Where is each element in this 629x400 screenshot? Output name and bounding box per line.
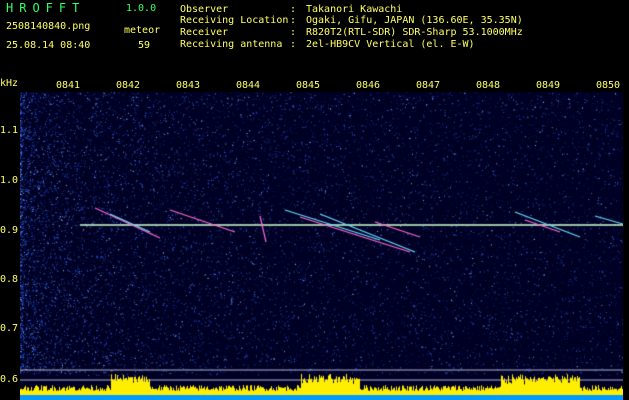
timestamp: 25.08.14 08:40: [6, 40, 91, 51]
detection-label: meteor: [124, 25, 161, 36]
antenna-value: 2el-HB9CV Vertical (el. E-W): [306, 39, 475, 50]
file-name: 2508140840.png: [6, 21, 91, 32]
app-title: HROFFT: [6, 1, 86, 15]
antenna-sep: :: [290, 39, 297, 50]
time-tick-0847: 0847: [416, 80, 441, 91]
detection-count: 59: [138, 40, 151, 51]
receiver-sep: :: [290, 27, 297, 38]
time-tick-0849: 0849: [536, 80, 561, 91]
receiver-value: R820T2(RTL-SDR) SDR-Sharp 53.1000MHz: [306, 27, 523, 38]
freq-tick-0-8: 0.8: [0, 274, 19, 285]
location-label: Receiving Location: [180, 15, 289, 26]
app-version: 1.0.0: [126, 3, 157, 14]
time-tick-0848: 0848: [476, 80, 501, 91]
freq-tick-0-6: 0.6: [0, 374, 19, 385]
freq-tick-1-0: 1.0: [0, 175, 19, 186]
spectrogram-plot: [20, 92, 623, 400]
location-value: Ogaki, Gifu, JAPAN (136.60E, 35.35N): [306, 15, 523, 26]
time-tick-0842: 0842: [116, 80, 141, 91]
freq-tick-0-9: 0.9: [0, 225, 19, 236]
time-tick-0846: 0846: [356, 80, 381, 91]
spectrogram-canvas: [20, 92, 623, 400]
receiver-label: Receiver: [180, 27, 229, 38]
freq-tick-1-1: 1.1: [0, 125, 19, 136]
time-tick-0850: 0850: [596, 80, 621, 91]
antenna-label: Receiving antenna: [180, 39, 283, 50]
frequency-unit-label: kHz: [0, 78, 19, 89]
time-tick-0844: 0844: [236, 80, 261, 91]
time-tick-0841: 0841: [56, 80, 81, 91]
time-tick-0845: 0845: [296, 80, 321, 91]
freq-tick-0-7: 0.7: [0, 323, 19, 334]
time-tick-0843: 0843: [176, 80, 201, 91]
location-sep: :: [290, 15, 297, 26]
